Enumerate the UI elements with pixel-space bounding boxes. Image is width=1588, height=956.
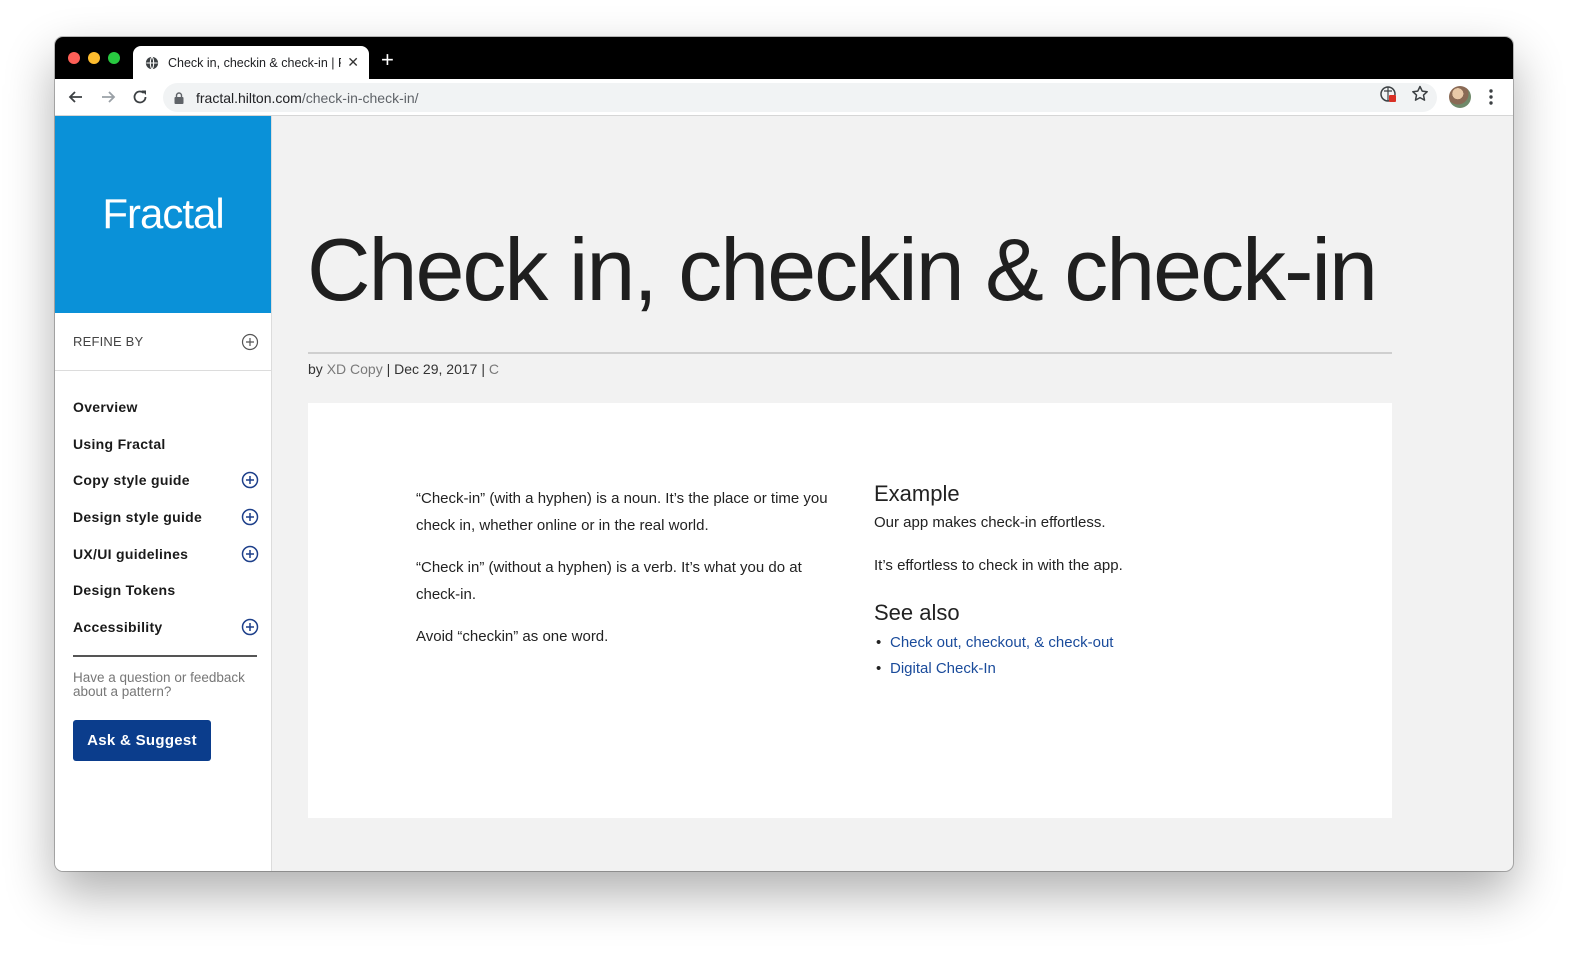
- brand-name: Fractal: [102, 190, 224, 237]
- sidebar-item-design-style-guide[interactable]: Design style guide: [73, 499, 259, 536]
- plus-circle-icon[interactable]: [241, 471, 259, 489]
- sidebar-item-overview[interactable]: Overview: [73, 389, 259, 426]
- byline-prefix: by: [308, 361, 327, 377]
- refine-by-toggle[interactable]: REFINE BY: [55, 313, 271, 371]
- sidebar-item-accessibility[interactable]: Accessibility: [73, 609, 259, 646]
- example-text: It’s effortless to check in with the app…: [874, 557, 1123, 574]
- sidebar-divider: [73, 655, 257, 658]
- sidebar-item-label: Copy style guide: [73, 472, 190, 489]
- maximize-window-button[interactable]: [108, 52, 120, 64]
- globe-icon: [145, 56, 159, 69]
- example-column: Example Our app makes check-in effortles…: [874, 479, 1314, 682]
- category-link[interactable]: C: [489, 361, 499, 377]
- url-path: /check-in-check-in/: [301, 89, 419, 106]
- paragraph: “Check-in” (with a hyphen) is a noun. It…: [416, 490, 828, 534]
- definition-column: “Check-in” (with a hyphen) is a noun. It…: [416, 485, 836, 665]
- sidebar-item-using-fractal[interactable]: Using Fractal: [73, 426, 259, 463]
- title-divider: [308, 352, 1392, 354]
- plus-circle-icon[interactable]: [241, 508, 259, 526]
- tab-bar: Check in, checkin & check-in | Fractal ✕…: [55, 37, 1513, 79]
- sidebar-item-label: Design style guide: [73, 509, 203, 526]
- browser-window: Check in, checkin & check-in | Fractal ✕…: [55, 37, 1513, 871]
- plus-icon[interactable]: +: [381, 49, 394, 71]
- url-text: fractal.hilton.com/check-in-check-in/: [196, 90, 419, 106]
- lock-icon: [174, 91, 184, 104]
- back-arrow-icon[interactable]: [67, 88, 85, 106]
- sidebar-item-label: UX/UI guidelines: [73, 545, 189, 562]
- byline: by XD Copy | Dec 29, 2017 | C: [308, 361, 499, 377]
- address-bar[interactable]: fractal.hilton.com/check-in-check-in/: [163, 83, 1437, 112]
- author-link[interactable]: XD Copy: [327, 361, 383, 377]
- sidebar-item-ux-ui-guidelines[interactable]: UX/UI guidelines: [73, 535, 259, 572]
- plus-circle-icon: [241, 333, 259, 350]
- example-heading: Example: [874, 481, 960, 506]
- sidebar-nav: Overview Using Fractal Copy style guide Des…: [55, 371, 271, 645]
- sidebar-item-label: Accessibility: [73, 618, 163, 635]
- list-item: • Digital Check-In: [876, 660, 996, 677]
- sidebar: Fractal REFINE BY Overview Using Fractal C…: [55, 116, 272, 871]
- tab-title: Check in, checkin & check-in | Fractal: [168, 55, 341, 70]
- brand-logo[interactable]: Fractal: [55, 116, 271, 313]
- sidebar-item-label: Using Fractal: [73, 435, 166, 452]
- plus-circle-icon[interactable]: [241, 618, 259, 636]
- publish-date: Dec 29, 2017: [394, 361, 478, 377]
- feedback-text: Have a question or feedback about a patt…: [73, 670, 245, 700]
- url-host: fractal.hilton.com: [196, 89, 302, 106]
- see-also-link[interactable]: Digital Check-In: [890, 660, 996, 677]
- list-item: • Check out, checkout, & check-out: [876, 634, 1114, 651]
- plus-circle-icon[interactable]: [241, 545, 259, 563]
- see-also-list: • Check out, checkout, & check-out • Digit…: [874, 630, 1314, 682]
- star-icon[interactable]: [1410, 84, 1430, 104]
- see-also-heading: See also: [874, 600, 960, 625]
- sidebar-item-label: Overview: [73, 399, 138, 416]
- close-window-button[interactable]: [68, 52, 80, 64]
- sidebar-item-label: Design Tokens: [73, 582, 176, 599]
- close-icon[interactable]: ✕: [347, 54, 359, 71]
- avatar[interactable]: [1449, 86, 1471, 108]
- example-text: Our app makes check-in effortless.: [874, 514, 1106, 531]
- kebab-menu-icon[interactable]: [1488, 88, 1494, 106]
- byline-separator: |: [477, 361, 489, 377]
- sidebar-item-copy-style-guide[interactable]: Copy style guide: [73, 462, 259, 499]
- page-title: Check in, checkin & check-in: [307, 220, 1378, 319]
- see-also-link[interactable]: Check out, checkout, & check-out: [890, 634, 1113, 651]
- extension-icon[interactable]: [1378, 84, 1398, 104]
- paragraph: Avoid “checkin” as one word.: [416, 628, 609, 645]
- refine-label: REFINE BY: [73, 334, 144, 349]
- minimize-window-button[interactable]: [88, 52, 100, 64]
- ask-suggest-button[interactable]: Ask & Suggest: [73, 720, 211, 762]
- sidebar-item-design-tokens[interactable]: Design Tokens: [73, 572, 259, 609]
- forward-arrow-icon[interactable]: [99, 88, 117, 106]
- main-content: Check in, checkin & check-in by XD Copy …: [272, 116, 1513, 871]
- browser-tab[interactable]: Check in, checkin & check-in | Fractal ✕: [133, 46, 369, 79]
- reload-icon[interactable]: [131, 88, 149, 106]
- byline-separator: |: [382, 361, 395, 377]
- paragraph: “Check in” (without a hyphen) is a verb.…: [416, 559, 802, 603]
- content-card: “Check-in” (with a hyphen) is a noun. It…: [308, 403, 1392, 818]
- browser-toolbar: fractal.hilton.com/check-in-check-in/: [55, 79, 1513, 116]
